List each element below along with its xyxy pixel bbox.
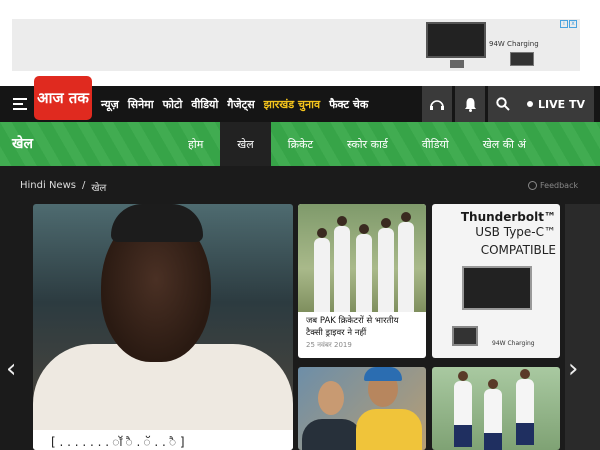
nav-item-cinema[interactable]: सिनेमा: [128, 97, 154, 112]
nav-item-fact-check[interactable]: फैक्ट चेक: [329, 97, 368, 112]
ad-choices[interactable]: i x: [560, 20, 578, 29]
tab-scorecard[interactable]: स्कोर कार्ड: [330, 122, 405, 166]
ad-card-line2: USB Type-C™: [475, 225, 556, 239]
section-title: खेल: [12, 136, 33, 152]
story-card-date: 25 नवंबर 2019: [306, 341, 352, 349]
breadcrumb-home[interactable]: Hindi News: [20, 180, 76, 194]
feedback-icon: [528, 181, 537, 190]
tab-khel[interactable]: खेल: [220, 122, 271, 166]
main-nav: न्यूज़ सिनेमा फोटो वीडियो गैजेट्स झारखंड…: [101, 97, 368, 112]
main-story-cap: [111, 204, 203, 242]
story-card-bottom-left[interactable]: [298, 367, 426, 450]
nav-item-gadgets[interactable]: गैजेट्स: [227, 97, 254, 112]
search-icon[interactable]: [488, 86, 518, 122]
page: i x 94W Charging आज तक न्यूज़ सिनेमा फोट…: [0, 0, 600, 450]
next-card-edge[interactable]: [565, 204, 600, 450]
story-photo-person-1: [318, 381, 344, 415]
menu-icon[interactable]: [13, 98, 27, 110]
story-card-title[interactable]: जब PAK क्रिकेटरों से भारतीय टैक्सी ड्राइ…: [298, 312, 426, 339]
breadcrumb: Hindi News / खेल: [20, 180, 106, 194]
carousel-prev-arrow-icon[interactable]: ‹: [6, 356, 16, 382]
feedback-link[interactable]: Feedback: [528, 181, 578, 190]
tab-home[interactable]: होम: [171, 122, 220, 166]
tab-video[interactable]: वीडियो: [405, 122, 466, 166]
main-story-card[interactable]: [ . . . . . . . ॉ ै . ॅ . . ै ]: [33, 204, 293, 450]
nav-item-video[interactable]: वीडियो: [191, 97, 218, 112]
site-header: आज तक न्यूज़ सिनेमा फोटो वीडियो गैजेट्स …: [0, 76, 600, 122]
ad-card-line1: Thunderbolt™: [460, 210, 556, 224]
feedback-label: Feedback: [540, 181, 579, 190]
nav-item-photo[interactable]: फोटो: [163, 97, 183, 112]
ad-card-monitor-image: [462, 266, 532, 310]
story-photo-suit: [302, 419, 362, 450]
section-bar: खेल होम खेल क्रिकेट स्कोर कार्ड वीडियो ख…: [0, 122, 600, 166]
ad-text: 94W Charging: [489, 40, 539, 48]
ad-info-icon[interactable]: i: [560, 20, 568, 28]
header-icons: [422, 86, 518, 122]
nav-item-jharkhand-election[interactable]: झारखंड चुनाव: [264, 97, 320, 112]
ad-monitor-image: [426, 22, 486, 68]
live-dot-icon: [527, 101, 533, 107]
notification-bell-icon[interactable]: [455, 86, 485, 122]
story-card-photo: [298, 204, 426, 312]
ad-banner[interactable]: i x 94W Charging: [12, 19, 580, 71]
main-story-caption[interactable]: [ . . . . . . . ॉ ै . ॅ . . ै ]: [33, 430, 293, 450]
story-card[interactable]: जब PAK क्रिकेटरों से भारतीय टैक्सी ड्राइ…: [298, 204, 426, 358]
live-tv-button[interactable]: LIVE TV: [518, 86, 594, 122]
breadcrumb-separator: /: [81, 180, 86, 191]
nav-item-news[interactable]: न्यूज़: [101, 97, 119, 112]
ad-card-device-image: [452, 326, 478, 346]
podcast-icon[interactable]: [422, 86, 452, 122]
story-photo-cap: [364, 367, 402, 381]
tab-khel-more[interactable]: खेल की अं: [466, 122, 543, 166]
carousel-next-arrow-icon[interactable]: ›: [568, 356, 578, 382]
ad-card-small-text: 94W Charging: [492, 340, 535, 347]
ad-close-icon[interactable]: x: [569, 20, 577, 28]
story-card-bottom-right[interactable]: [432, 367, 560, 450]
ad-card[interactable]: Thunderbolt™ USB Type-C™ COMPATIBLE 94W …: [432, 204, 560, 358]
site-logo[interactable]: आज तक: [34, 76, 92, 120]
ad-card-line3: COMPATIBLE: [480, 243, 556, 257]
breadcrumb-current: खेल: [91, 183, 107, 194]
ad-banner-area: i x 94W Charging: [0, 0, 600, 86]
section-tabs: होम खेल क्रिकेट स्कोर कार्ड वीडियो खेल क…: [171, 122, 543, 166]
tab-cricket[interactable]: क्रिकेट: [271, 122, 330, 166]
story-photo-jersey: [356, 409, 422, 450]
live-tv-label: LIVE TV: [538, 97, 585, 111]
ad-device-image: [510, 52, 534, 66]
